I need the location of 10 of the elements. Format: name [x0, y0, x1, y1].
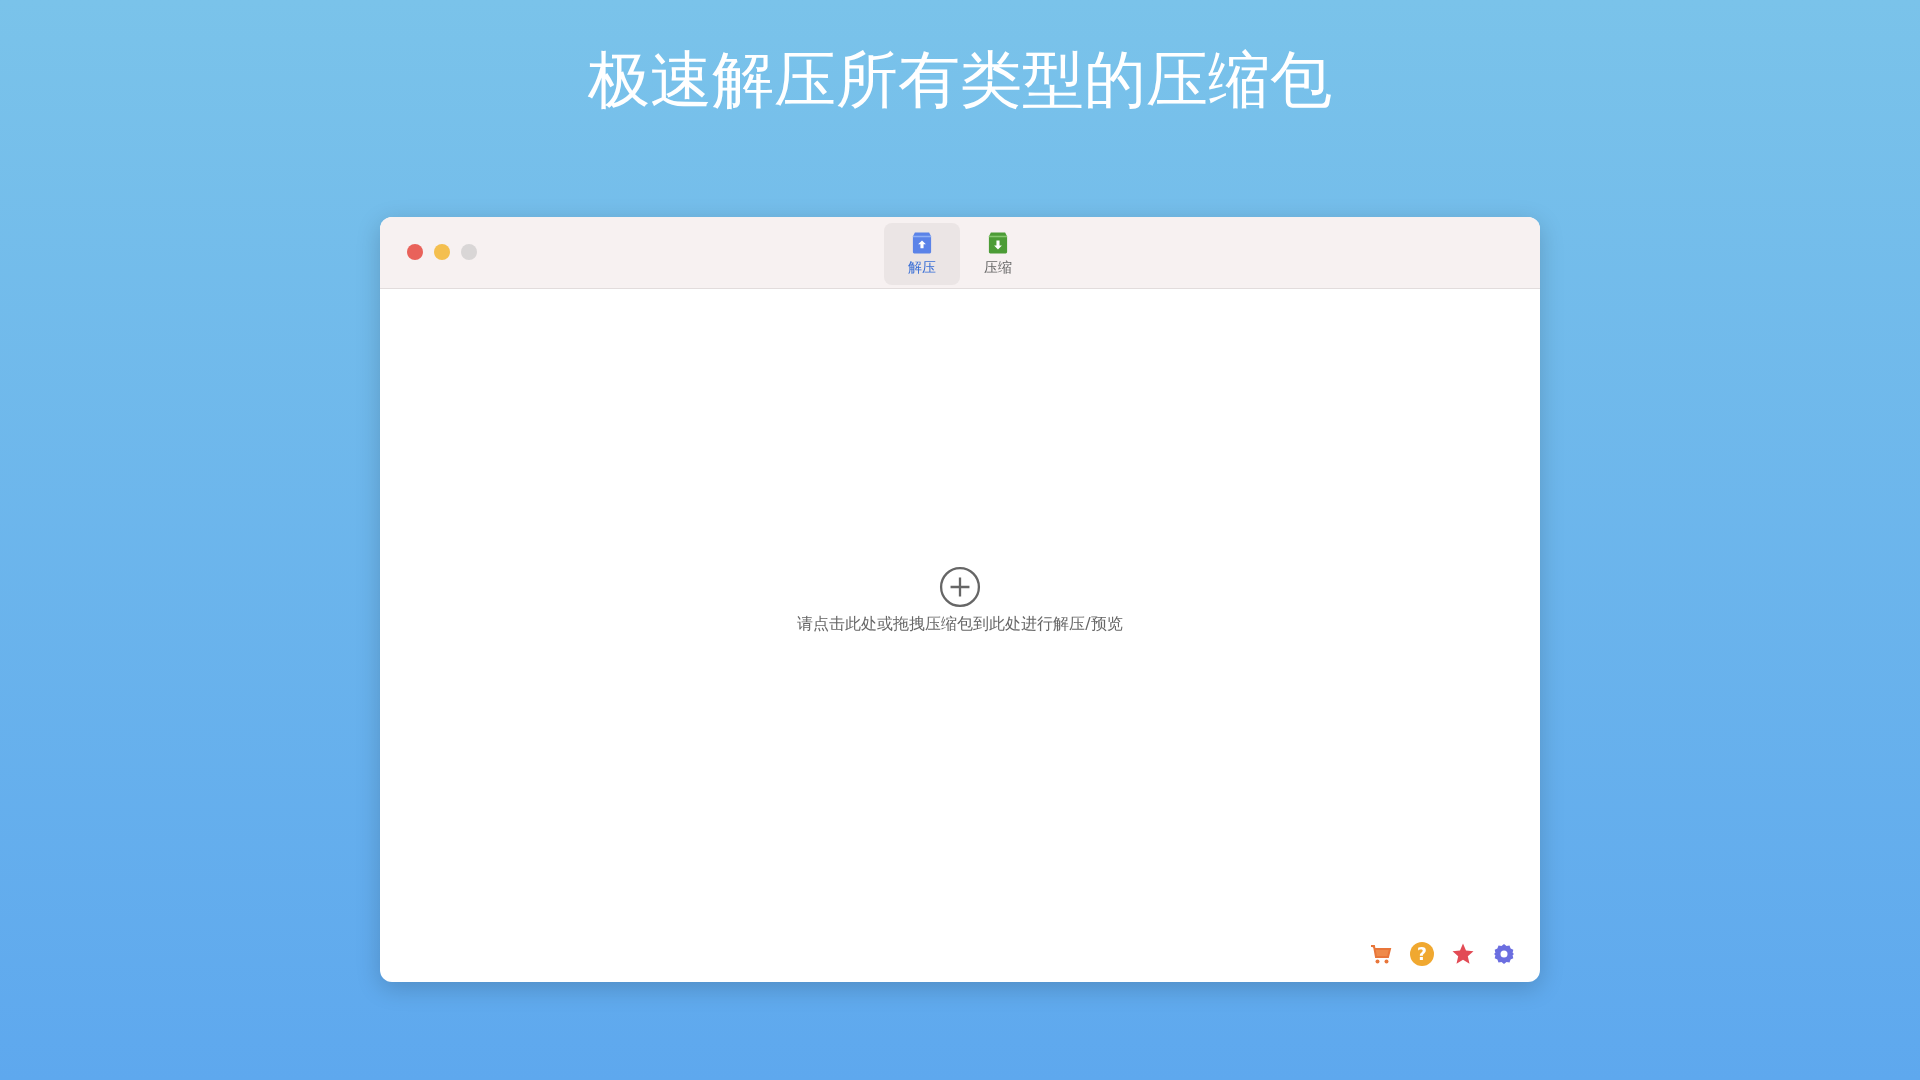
add-circle-icon[interactable] — [939, 566, 981, 608]
minimize-button[interactable] — [434, 244, 450, 260]
drop-zone-hint: 请点击此处或拖拽压缩包到此处进行解压/预览 — [797, 614, 1123, 635]
toolbar-tab[interactable]: 压缩 — [960, 222, 1036, 285]
settings-icon[interactable] — [1492, 942, 1516, 966]
headline: 极速解压所有类型的压缩包 — [588, 42, 1332, 118]
close-button[interactable] — [407, 244, 423, 260]
star-icon[interactable] — [1451, 942, 1475, 966]
toolbar-tab[interactable]: 解压 — [884, 222, 960, 285]
shopping-cart-icon[interactable] — [1369, 942, 1393, 966]
